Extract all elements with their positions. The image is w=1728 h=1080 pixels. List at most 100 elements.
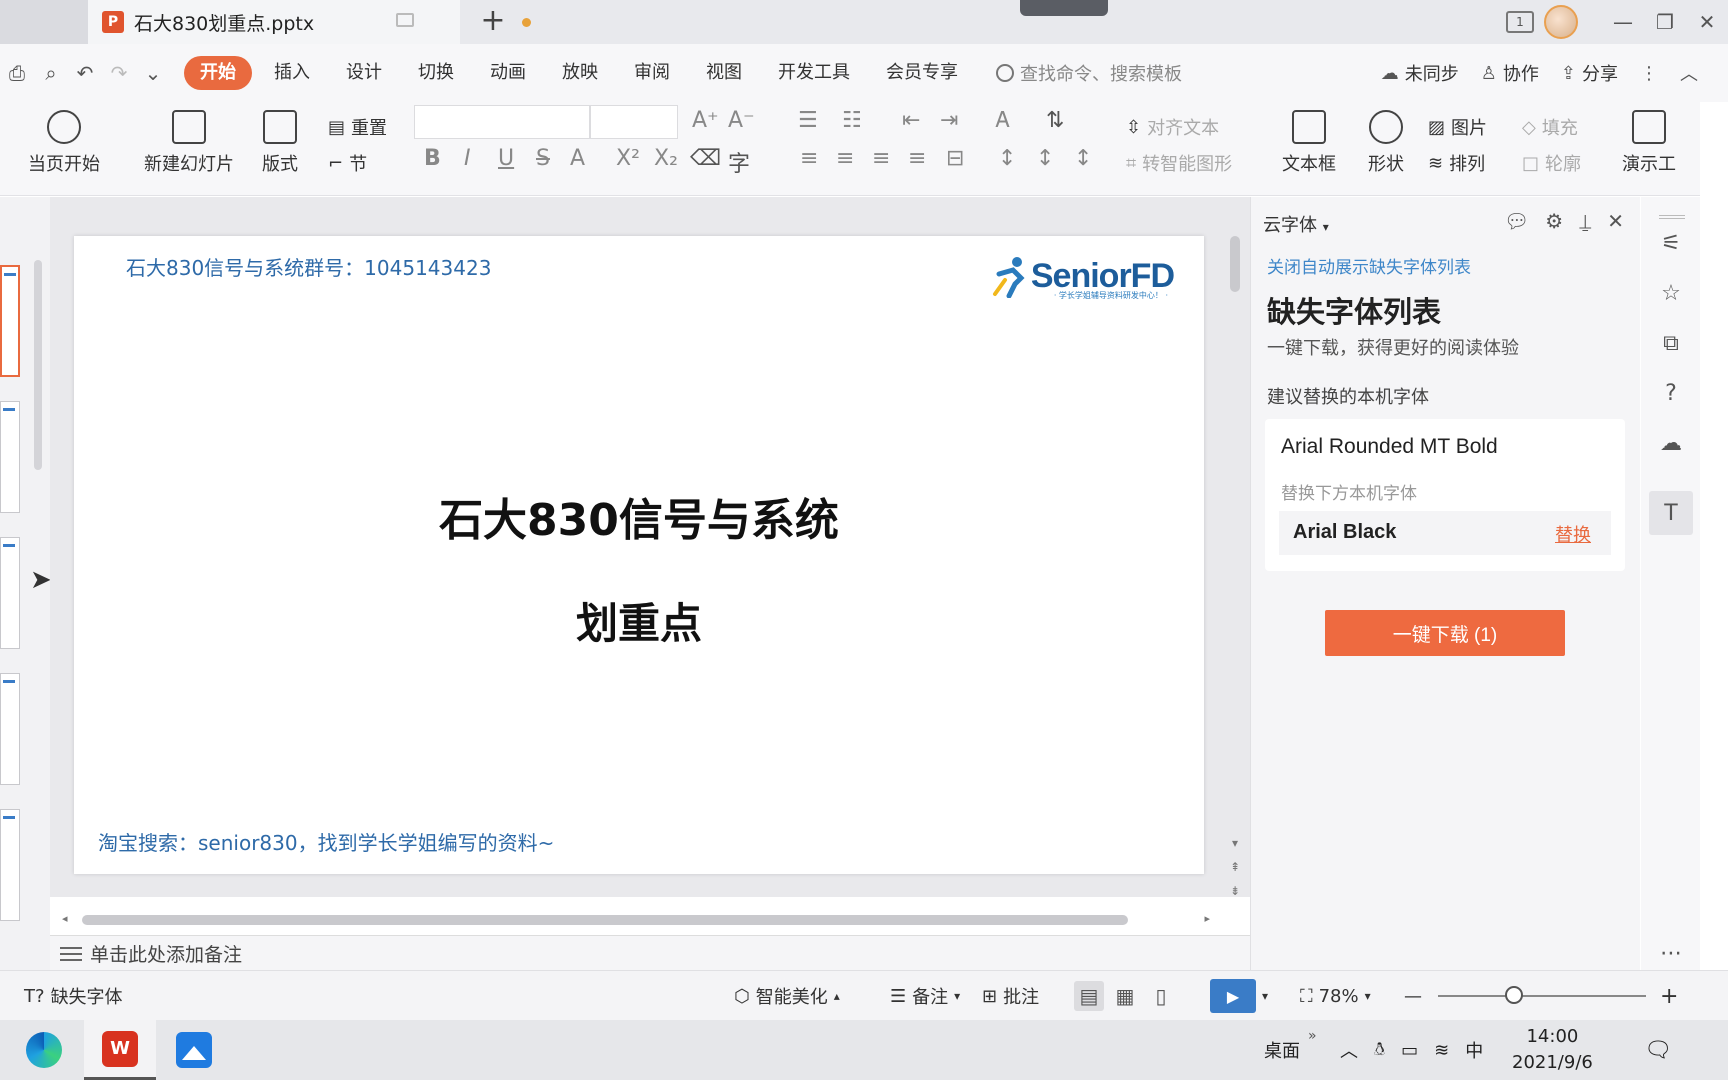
section-button[interactable]: ⌐ 节 [328,150,367,176]
slide-thumbnail[interactable] [0,265,20,377]
bold-button[interactable]: B [424,146,441,171]
tab-animations[interactable]: 动画 [472,56,544,90]
play-options-icon[interactable]: ▾ [1262,989,1268,1003]
shape-button[interactable]: 形状 [1368,110,1404,176]
demo-tools-button[interactable]: 演示工 [1622,110,1676,176]
download-all-button[interactable]: 一键下载 (1) [1325,610,1565,656]
replace-link[interactable]: 替换 [1555,521,1591,547]
picture-button[interactable]: ▨ 图片 [1428,114,1487,140]
underline-button[interactable]: U [498,146,514,171]
superscript-button[interactable]: X² [616,146,640,171]
slide-thumbnail[interactable] [0,673,20,785]
outline-button[interactable]: □ 轮廓 [1522,150,1581,176]
scroll-down-icon[interactable]: ▾ [1228,836,1242,850]
qq-icon[interactable]: 🐧︎ [1374,1039,1385,1062]
zoom-out-button[interactable]: — [1404,971,1422,1021]
slide-top-note[interactable]: 石大830信号与系统群号：1045143423 [126,252,491,281]
zoom-slider-track[interactable] [1438,995,1646,997]
indent-decrease-icon[interactable]: ⇤ [902,108,920,133]
slide-thumbnail[interactable] [0,537,20,649]
title-bar-home-area[interactable] [0,0,88,44]
justify-icon[interactable]: ≡ [908,146,926,171]
play-from-current-button[interactable]: 当页开始 [28,110,100,176]
tab-insert[interactable]: 插入 [256,56,328,90]
tray-expand-icon[interactable]: ︿ [1340,1037,1358,1063]
more-vertical-icon[interactable]: ⋮ [1640,63,1658,84]
align-center-icon[interactable]: ≡ [836,146,854,171]
slide-vertical-scrollbar[interactable]: ▾ ⇞ ⇟ [1228,236,1242,916]
comments-button[interactable]: ⊞ 批注 [982,971,1039,1021]
document-tab[interactable]: P 石大830划重点.pptx [88,0,531,44]
font-grow-button[interactable]: A⁺ [692,108,719,133]
tab-developer[interactable]: 开发工具 [760,56,868,90]
scroll-left-icon[interactable]: ◂ [62,912,68,925]
help-icon[interactable]: ? [1655,377,1687,409]
normal-view-icon[interactable]: ▤ [1074,981,1104,1011]
battery-icon[interactable]: ▭ [1401,1040,1418,1061]
customize-icon[interactable]: ⌄ [136,61,170,85]
gear-icon[interactable]: ⚙ [1545,209,1563,233]
close-panel-icon[interactable]: ✕ [1607,209,1624,233]
tab-transitions[interactable]: 切换 [400,56,472,90]
new-slide-button[interactable]: 新建幻灯片 [144,110,234,176]
share-button[interactable]: ⇪ 分享 [1561,60,1618,86]
distribute-icon[interactable]: ⊟ [946,146,964,171]
textbox-button[interactable]: 文本框 [1282,110,1336,176]
line-spacing-icon[interactable]: ↕ [998,146,1016,171]
next-slide-icon[interactable]: ⇟ [1228,884,1242,898]
transition-icon[interactable]: ⧉ [1655,327,1687,359]
avatar[interactable] [1544,5,1578,39]
clear-format-icon[interactable]: ⌫ [690,146,721,171]
desktop-toolbar[interactable]: 桌面 [1264,1020,1300,1080]
spacing-more-icon[interactable]: ↕ [1074,146,1092,171]
indent-increase-icon[interactable]: ⇥ [940,108,958,133]
text-direction-icon[interactable]: Ꭺ [996,108,1011,133]
notification-center-icon[interactable]: 🗨︎ [1644,1020,1672,1080]
smart-art-button[interactable]: ⌗ 转智能图形 [1126,150,1232,176]
slide-title[interactable]: 石大830信号与系统 [74,484,1204,548]
properties-icon[interactable]: ⚟ [1655,227,1687,259]
font-family-select[interactable] [414,105,590,139]
chat-icon[interactable]: 💬︎ [1504,209,1529,233]
close-icon[interactable]: ✕ [1686,0,1728,44]
previous-slide-icon[interactable]: ⇞ [1228,860,1242,874]
missing-fonts-button[interactable]: T? 缺失字体 [24,971,123,1021]
new-tab-button[interactable]: + [478,6,508,36]
restore-icon[interactable]: ❐ [1644,0,1686,44]
fill-button[interactable]: ◇ 填充 [1522,114,1578,140]
undo-icon[interactable]: ↶ [68,61,102,85]
arrange-button[interactable]: ≋ 排列 [1428,150,1485,176]
clock[interactable]: 14:00 2021/9/6 [1512,1024,1593,1076]
close-auto-show-link[interactable]: 关闭自动展示缺失字体列表 [1267,253,1471,278]
slide-bottom-note[interactable]: 淘宝搜索：senior830，找到学长学姐编写的资料~ [98,827,554,856]
zoom-in-button[interactable]: + [1660,971,1678,1021]
minimize-icon[interactable]: — [1602,0,1644,44]
bullets-icon[interactable]: ☰ [798,108,818,133]
window-count-badge[interactable]: 1 [1506,11,1534,33]
ime-indicator[interactable]: 中 [1465,1037,1483,1063]
play-slideshow-button[interactable]: ▶ [1210,979,1256,1013]
numbering-icon[interactable]: ☷ [842,108,862,133]
redo-icon[interactable]: ↷ [102,61,136,85]
notes-bar[interactable]: 单击此处添加备注 [50,935,1250,971]
tab-home[interactable]: 开始 [184,56,252,90]
cloud-font-icon[interactable]: T [1649,491,1693,535]
more-horizontal-icon[interactable]: ⋯ [1655,937,1687,969]
sync-button[interactable]: ☁ 未同步 [1381,60,1459,86]
backup-icon[interactable]: ☁ [1655,427,1687,459]
font-size-select[interactable] [590,105,678,139]
wifi-icon[interactable]: ≋ [1434,1040,1449,1061]
smart-beautify-button[interactable]: ⬡ 智能美化 ▴ [734,971,840,1021]
tab-review[interactable]: 审阅 [616,56,688,90]
zoom-slider-knob[interactable] [1505,986,1523,1004]
tab-view[interactable]: 视图 [688,56,760,90]
italic-button[interactable]: I [464,146,471,171]
edge-browser-app[interactable] [8,1020,80,1080]
monitor-icon[interactable] [396,13,414,27]
reading-view-icon[interactable]: ▯ [1146,981,1176,1011]
slide-horizontal-scrollbar[interactable]: ◂ ▸ [58,912,1214,928]
subscript-button[interactable]: X₂ [654,146,678,171]
scroll-thumb[interactable] [1230,236,1240,292]
slide-canvas[interactable]: 石大830信号与系统群号：1045143423 SeniorFD · 学长学姐辅… [74,236,1204,874]
command-search[interactable]: 查找命令、搜索模板 [996,60,1182,86]
